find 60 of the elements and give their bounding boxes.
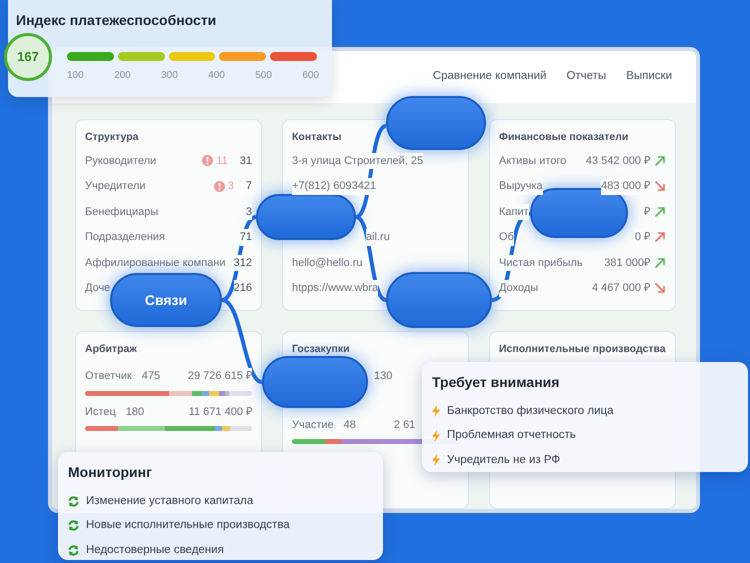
row-label: Об: [499, 229, 514, 246]
row-count: 180: [126, 404, 144, 420]
list-item: Изменение уставного капитала: [86, 494, 254, 509]
row-label: Ответчик: [85, 369, 132, 384]
lightning-icon: [432, 454, 440, 466]
lightning-icon: [432, 405, 440, 418]
row-label: Бенефициары: [85, 204, 158, 220]
row-value: 71: [240, 229, 252, 246]
card-title: Финансовые показатели: [499, 130, 630, 145]
list-item: Проблемная отчетность: [447, 428, 576, 444]
contact-text: +7(812) 6093421: [292, 178, 376, 194]
row-label: Аффилированные компани: [85, 256, 226, 270]
card-title: Арбитраж: [85, 342, 138, 357]
list-item: Банкротство физического лица: [447, 404, 614, 419]
list-item: Недостоверные сведения: [86, 542, 224, 558]
scale-tick: 400: [208, 69, 225, 83]
refresh-icon: [68, 520, 79, 532]
card-title: Требует внимания: [432, 373, 560, 392]
row-label: Доходы: [499, 280, 538, 296]
nav-link[interactable]: Отчеты: [566, 68, 606, 86]
score-badge: 167: [4, 33, 52, 81]
row-label: Выручка: [499, 178, 543, 194]
row-label: Руководители: [85, 154, 156, 168]
row-value: 312: [234, 254, 252, 271]
alert-icon: [202, 155, 214, 166]
lightning-icon: [432, 430, 440, 442]
row-label: Истец: [85, 404, 116, 420]
scale-tick: 100: [67, 69, 84, 83]
refresh-icon: [68, 496, 79, 507]
refresh-icon: [68, 544, 79, 556]
row-label: Участие: [292, 418, 334, 433]
card-title: Госзакупки: [292, 342, 351, 357]
row-label: Чистая прибыль: [499, 254, 583, 271]
alert-icon: [214, 180, 225, 192]
scale-tick: 200: [114, 69, 131, 83]
row-count: 48: [344, 418, 356, 433]
row-count: 130: [374, 368, 392, 384]
row-amount: 2 61: [394, 418, 416, 433]
card-title: Мониторинг: [68, 463, 153, 482]
row-value: 483 000 ₽: [601, 178, 650, 194]
index-title: Индекс платежеспособности: [16, 11, 216, 30]
row-label: Подразделения: [85, 230, 165, 245]
links-button[interactable]: Связи: [110, 273, 222, 327]
scale-tick: 600: [302, 69, 319, 83]
contact-text: ail.ru: [366, 229, 390, 246]
card-title: Структура: [85, 130, 140, 145]
scale-tick: 500: [255, 69, 272, 83]
list-item: Учредитель не из РФ: [447, 452, 560, 468]
contact-text: 3-я улица Строителей, 25: [292, 152, 424, 169]
nav-link[interactable]: Сравнение компаний: [432, 68, 546, 86]
card-title: Контакты: [292, 130, 343, 145]
card-title: Исполнительные производства: [499, 342, 666, 357]
scale-tick: 300: [161, 69, 178, 83]
alert-count: 3: [228, 179, 234, 194]
alert-count: 11: [216, 154, 228, 168]
row-label: Учредители: [85, 179, 146, 194]
list-item: Новые исполнительные производства: [86, 518, 290, 534]
row-count: 475: [142, 369, 160, 384]
nav-link[interactable]: Выписки: [626, 68, 672, 86]
row-label: Доче: [85, 281, 110, 296]
